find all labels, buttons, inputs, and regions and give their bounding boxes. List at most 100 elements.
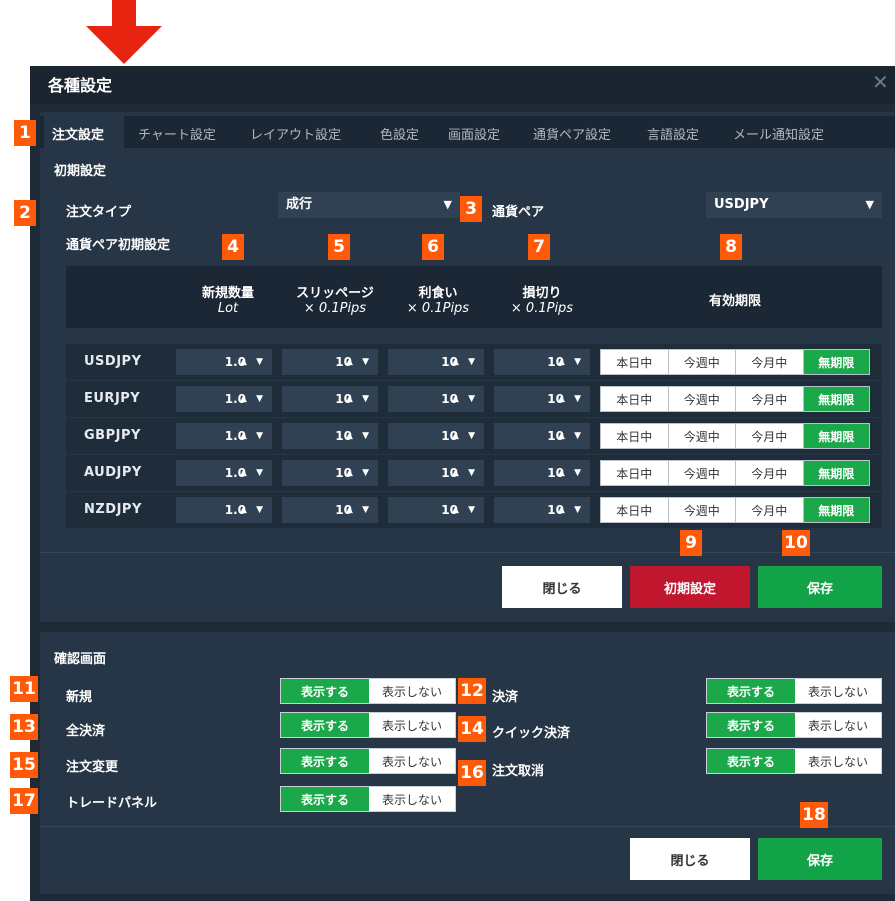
expiry-option[interactable]: 本日中 <box>601 350 669 374</box>
slippage-stepper[interactable]: 10 ▲ ▼ <box>282 349 378 375</box>
confirm-toggle[interactable]: 表示する 表示しない <box>280 786 456 812</box>
hide-option[interactable]: 表示しない <box>369 713 455 737</box>
tab-chart-settings[interactable]: チャート設定 <box>138 124 216 143</box>
hide-option[interactable]: 表示しない <box>369 749 455 773</box>
expiry-option[interactable]: 無期限 <box>803 350 869 374</box>
hide-option[interactable]: 表示しない <box>795 749 881 773</box>
confirm-close-button[interactable]: 閉じる <box>630 838 750 880</box>
slippage-stepper[interactable]: 10 ▲ ▼ <box>282 497 378 523</box>
take-profit-stepper[interactable]: 10 ▲ ▼ <box>388 460 484 486</box>
close-button[interactable]: 閉じる <box>502 566 622 608</box>
show-option[interactable]: 表示する <box>281 679 369 703</box>
lot-stepper[interactable]: 1.0 ▲ ▼ <box>176 386 272 412</box>
expiry-option[interactable]: 無期限 <box>803 387 869 411</box>
up-down-arrow-icon[interactable]: ▲ ▼ <box>346 423 372 449</box>
up-down-arrow-icon[interactable]: ▲ ▼ <box>240 349 266 375</box>
take-profit-stepper[interactable]: 10 ▲ ▼ <box>388 423 484 449</box>
up-down-arrow-icon[interactable]: ▲ ▼ <box>558 497 584 523</box>
confirm-toggle[interactable]: 表示する 表示しない <box>280 678 456 704</box>
show-option[interactable]: 表示する <box>281 749 369 773</box>
confirm-toggle[interactable]: 表示する 表示しない <box>706 748 882 774</box>
lot-stepper[interactable]: 1.0 ▲ ▼ <box>176 460 272 486</box>
hide-option[interactable]: 表示しない <box>795 679 881 703</box>
up-down-arrow-icon[interactable]: ▲ ▼ <box>452 386 478 412</box>
up-down-arrow-icon[interactable]: ▲ ▼ <box>452 497 478 523</box>
up-down-arrow-icon[interactable]: ▲ ▼ <box>558 423 584 449</box>
tab-pair-settings[interactable]: 通貨ペア設定 <box>533 124 611 143</box>
reset-defaults-button[interactable]: 初期設定 <box>630 566 750 608</box>
expiry-option[interactable]: 今週中 <box>669 498 736 522</box>
up-down-arrow-icon[interactable]: ▲ ▼ <box>558 386 584 412</box>
stop-loss-stepper[interactable]: 10 ▲ ▼ <box>494 386 590 412</box>
tab-layout-settings[interactable]: レイアウト設定 <box>250 124 341 143</box>
up-down-arrow-icon[interactable]: ▲ ▼ <box>240 460 266 486</box>
expiry-option[interactable]: 今週中 <box>669 387 736 411</box>
expiry-option[interactable]: 無期限 <box>803 424 869 448</box>
expiry-option[interactable]: 今月中 <box>736 424 804 448</box>
expiry-option[interactable]: 今週中 <box>669 424 736 448</box>
take-profit-stepper[interactable]: 10 ▲ ▼ <box>388 497 484 523</box>
slippage-stepper[interactable]: 10 ▲ ▼ <box>282 386 378 412</box>
expiry-option[interactable]: 本日中 <box>601 387 669 411</box>
up-down-arrow-icon[interactable]: ▲ ▼ <box>240 497 266 523</box>
lot-stepper[interactable]: 1.0 ▲ ▼ <box>176 423 272 449</box>
order-type-select[interactable]: 成行 ▼ <box>278 192 460 218</box>
close-icon[interactable]: ✕ <box>872 70 889 94</box>
pair-select[interactable]: USDJPY ▼ <box>706 192 882 218</box>
slippage-stepper[interactable]: 10 ▲ ▼ <box>282 423 378 449</box>
up-down-arrow-icon[interactable]: ▲ ▼ <box>346 497 372 523</box>
expiry-option[interactable]: 今月中 <box>736 498 804 522</box>
take-profit-stepper[interactable]: 10 ▲ ▼ <box>388 386 484 412</box>
slippage-stepper[interactable]: 10 ▲ ▼ <box>282 460 378 486</box>
expiry-option[interactable]: 今月中 <box>736 387 804 411</box>
confirm-toggle[interactable]: 表示する 表示しない <box>706 678 882 704</box>
up-down-arrow-icon[interactable]: ▲ ▼ <box>346 460 372 486</box>
confirm-toggle[interactable]: 表示する 表示しない <box>280 748 456 774</box>
up-down-arrow-icon[interactable]: ▲ ▼ <box>452 423 478 449</box>
expiry-option[interactable]: 今週中 <box>669 350 736 374</box>
expiry-segmented[interactable]: 本日中 今週中 今月中 無期限 <box>600 349 870 375</box>
confirm-toggle[interactable]: 表示する 表示しない <box>280 712 456 738</box>
up-down-arrow-icon[interactable]: ▲ ▼ <box>346 386 372 412</box>
expiry-option[interactable]: 本日中 <box>601 424 669 448</box>
expiry-option[interactable]: 今月中 <box>736 461 804 485</box>
save-button[interactable]: 保存 <box>758 566 882 608</box>
stop-loss-stepper[interactable]: 10 ▲ ▼ <box>494 423 590 449</box>
lot-stepper[interactable]: 1.0 ▲ ▼ <box>176 497 272 523</box>
show-option[interactable]: 表示する <box>707 749 795 773</box>
confirm-toggle[interactable]: 表示する 表示しない <box>706 712 882 738</box>
confirm-save-button[interactable]: 保存 <box>758 838 882 880</box>
up-down-arrow-icon[interactable]: ▲ ▼ <box>452 460 478 486</box>
up-down-arrow-icon[interactable]: ▲ ▼ <box>558 460 584 486</box>
tab-screen-settings[interactable]: 画面設定 <box>448 124 500 143</box>
stop-loss-stepper[interactable]: 10 ▲ ▼ <box>494 349 590 375</box>
show-option[interactable]: 表示する <box>281 713 369 737</box>
up-down-arrow-icon[interactable]: ▲ ▼ <box>452 349 478 375</box>
up-down-arrow-icon[interactable]: ▲ ▼ <box>240 423 266 449</box>
tab-order-settings[interactable]: 注文設定 <box>52 124 104 143</box>
lot-stepper[interactable]: 1.0 ▲ ▼ <box>176 349 272 375</box>
expiry-option[interactable]: 本日中 <box>601 461 669 485</box>
show-option[interactable]: 表示する <box>707 713 795 737</box>
expiry-segmented[interactable]: 本日中 今週中 今月中 無期限 <box>600 497 870 523</box>
show-option[interactable]: 表示する <box>281 787 369 811</box>
up-down-arrow-icon[interactable]: ▲ ▼ <box>558 349 584 375</box>
hide-option[interactable]: 表示しない <box>795 713 881 737</box>
expiry-option[interactable]: 無期限 <box>803 461 869 485</box>
hide-option[interactable]: 表示しない <box>369 679 455 703</box>
tab-color-settings[interactable]: 色設定 <box>380 124 419 143</box>
stop-loss-stepper[interactable]: 10 ▲ ▼ <box>494 460 590 486</box>
expiry-segmented[interactable]: 本日中 今週中 今月中 無期限 <box>600 386 870 412</box>
up-down-arrow-icon[interactable]: ▲ ▼ <box>240 386 266 412</box>
expiry-option[interactable]: 無期限 <box>803 498 869 522</box>
up-down-arrow-icon[interactable]: ▲ ▼ <box>346 349 372 375</box>
hide-option[interactable]: 表示しない <box>369 787 455 811</box>
expiry-option[interactable]: 今週中 <box>669 461 736 485</box>
tab-mail-settings[interactable]: メール通知設定 <box>733 124 824 143</box>
expiry-segmented[interactable]: 本日中 今週中 今月中 無期限 <box>600 460 870 486</box>
expiry-segmented[interactable]: 本日中 今週中 今月中 無期限 <box>600 423 870 449</box>
expiry-option[interactable]: 本日中 <box>601 498 669 522</box>
tab-language-settings[interactable]: 言語設定 <box>647 124 699 143</box>
show-option[interactable]: 表示する <box>707 679 795 703</box>
stop-loss-stepper[interactable]: 10 ▲ ▼ <box>494 497 590 523</box>
